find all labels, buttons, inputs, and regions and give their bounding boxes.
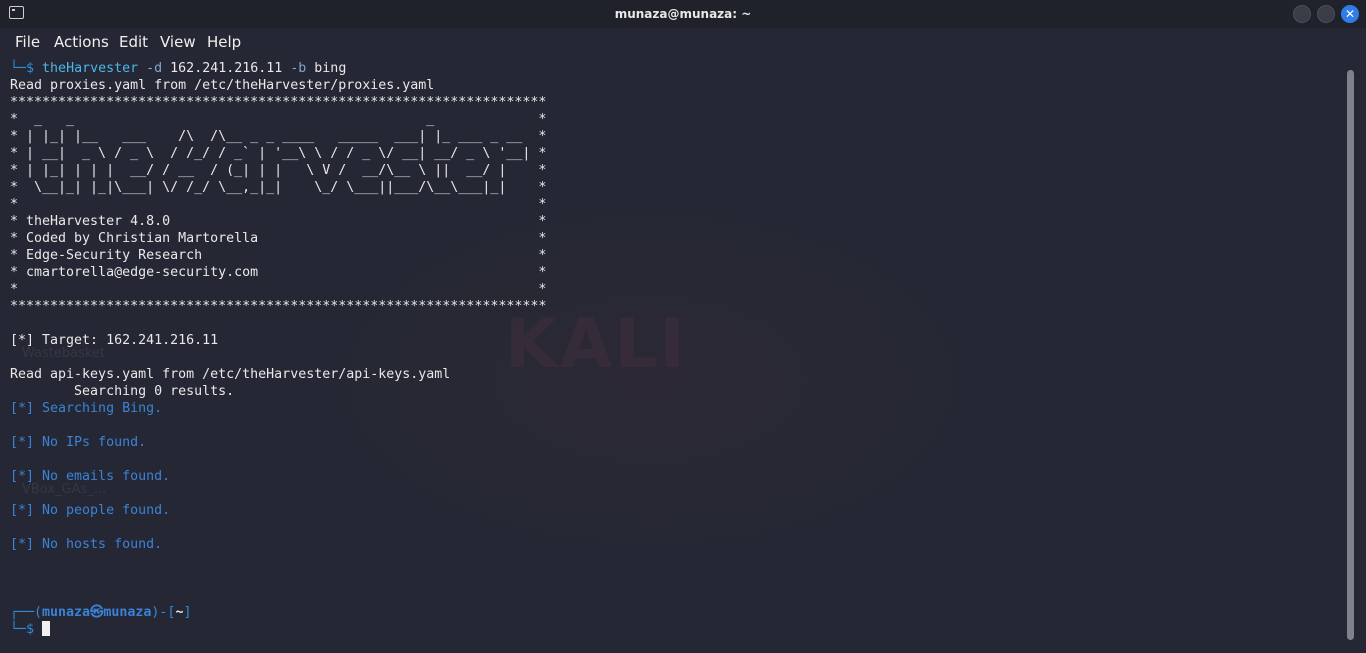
command-line: └─$ theHarvester -d 162.241.216.11 -b bi…	[10, 60, 346, 77]
command-option: -b	[290, 61, 307, 76]
info-line: [*] No emails found.	[10, 469, 171, 484]
output-line: Read api-keys.yaml from /etc/theHarveste…	[10, 367, 451, 382]
minimize-button[interactable]	[1293, 5, 1311, 23]
close-button[interactable]: ✕	[1341, 5, 1359, 23]
menu-help[interactable]: Help	[207, 33, 241, 51]
command-option: -d	[146, 61, 163, 76]
prompt-bracket: ┌──(	[10, 605, 43, 620]
menu-bar: File Actions Edit View Help	[0, 28, 1366, 55]
banner-line: * _ _ _ *	[10, 112, 547, 127]
banner-line: * Edge-Security Research *	[10, 248, 547, 263]
close-icon: ✕	[1344, 7, 1356, 21]
banner-line: * cmartorella@edge-security.com *	[10, 265, 547, 280]
banner-line: * *	[10, 197, 547, 212]
info-line: [*] Searching Bing.	[10, 401, 163, 416]
window-title: munaza@munaza: ~	[614, 7, 752, 21]
prompt-symbol: └─$	[10, 61, 35, 76]
menu-actions[interactable]: Actions	[54, 33, 109, 51]
output-line: Read proxies.yaml from /etc/theHarvester…	[10, 78, 435, 93]
banner-line: * *	[10, 282, 547, 297]
terminal-output[interactable]: └─$ theHarvester -d 162.241.216.11 -b bi…	[10, 58, 1340, 653]
prompt-line-top: ┌──(munaza㉿munaza)-[~]	[10, 604, 191, 621]
prompt-line-bottom[interactable]: └─$	[10, 620, 51, 638]
prompt-at-icon: ㉿	[90, 605, 104, 620]
command-program: theHarvester	[42, 61, 139, 76]
banner-line: * | __| _ \ / _ \ / /_/ / _` | '__\ \ / …	[10, 146, 547, 161]
prompt-symbol: └─$	[10, 622, 35, 637]
title-bar[interactable]: munaza@munaza: ~ ✕	[0, 0, 1366, 28]
banner-line: * \__|_| |_|\___| \/ /_/ \__,_|_| \_/ \_…	[10, 180, 547, 195]
prompt-bracket: ]	[183, 605, 192, 620]
banner-line: * | |_| | | | __/ / __ / (_| | | \ V / _…	[10, 163, 547, 178]
menu-file[interactable]: File	[15, 33, 40, 51]
info-line: [*] No people found.	[10, 503, 171, 518]
prompt-host: munaza	[103, 605, 152, 620]
output-line: Searching 0 results.	[10, 384, 235, 399]
banner-line: * | |_| |__ ___ /\ /\__ _ _ ____ _____ _…	[10, 129, 547, 144]
terminal-window: KALI Wastebasket VBox_GAs_... munaza@mun…	[0, 0, 1366, 653]
menu-view[interactable]: View	[160, 33, 196, 51]
target-line: [*] Target: 162.241.216.11	[10, 333, 219, 348]
info-line: [*] No hosts found.	[10, 537, 163, 552]
maximize-button[interactable]	[1317, 5, 1335, 23]
command-argument: 162.241.216.11	[170, 61, 283, 76]
scrollbar[interactable]	[1347, 70, 1354, 640]
menu-edit[interactable]: Edit	[119, 33, 148, 51]
command-argument: bing	[314, 61, 347, 76]
banner-line: * Coded by Christian Martorella *	[10, 231, 547, 246]
banner-line: * theHarvester 4.8.0 *	[10, 214, 547, 229]
prompt-bracket: )-[	[151, 605, 176, 620]
scrollbar-thumb[interactable]	[1347, 70, 1354, 640]
banner-line: ****************************************…	[10, 95, 547, 110]
prompt-user: munaza	[42, 605, 91, 620]
text-cursor	[42, 620, 51, 636]
info-line: [*] No IPs found.	[10, 435, 147, 450]
banner-line: ****************************************…	[10, 299, 547, 314]
